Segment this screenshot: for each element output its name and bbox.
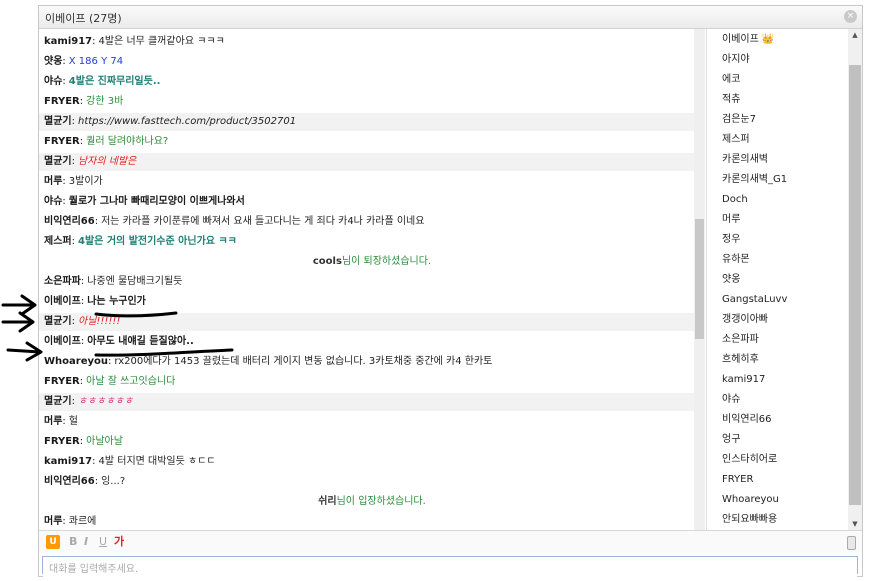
annotation-overlay bbox=[1, 294, 234, 362]
arrow-icon bbox=[1, 294, 37, 316]
arrow-icon bbox=[1, 311, 35, 333]
underline-mark bbox=[94, 311, 178, 318]
arrow-icon bbox=[6, 341, 43, 362]
underline-mark bbox=[94, 348, 234, 357]
